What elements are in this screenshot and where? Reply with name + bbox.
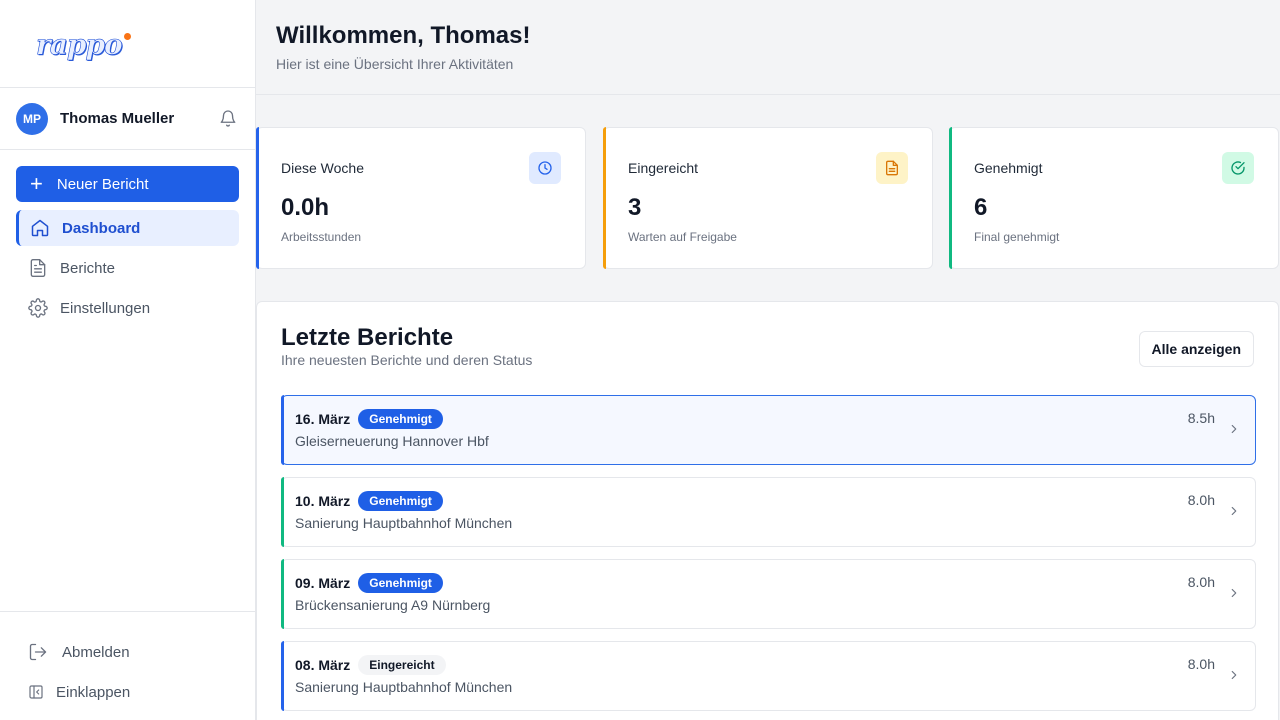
logout-button[interactable]: Abmelden xyxy=(28,632,256,672)
avatar[interactable]: MP xyxy=(16,102,48,135)
logo-dot xyxy=(123,33,131,40)
report-title: Sanierung Hauptbahnhof München xyxy=(295,515,513,531)
page-title: Willkommen, Thomas! xyxy=(276,22,531,49)
logo-text: rappo xyxy=(36,28,123,62)
stat-value: 6 xyxy=(974,194,988,221)
report-accent-bar xyxy=(281,559,284,629)
collapse-label: Einklappen xyxy=(56,683,131,701)
sidebar-footer: Abmelden Einklappen xyxy=(0,611,256,720)
stat-label: Eingereicht xyxy=(628,160,699,176)
stat-value: 0.0h xyxy=(281,194,330,221)
sidebar-item-dashboard[interactable]: Dashboard xyxy=(16,210,239,246)
sidebar: rappo MP Thomas Mueller + Neuer Bericht … xyxy=(0,0,256,720)
stats-row: Diese Woche 0.0h Arbeitsstunden Eingerei… xyxy=(256,127,1280,269)
clock-icon xyxy=(529,152,561,184)
plus-icon: + xyxy=(30,171,43,196)
logout-icon xyxy=(29,643,47,661)
chevron-right-icon xyxy=(1231,588,1237,598)
chevron-right-icon xyxy=(1231,424,1237,434)
sidebar-nav: Dashboard Berichte Einstellungen xyxy=(16,210,239,330)
stat-card-approved: Genehmigt 6 Final genehmigt xyxy=(949,127,1279,269)
stat-card-week: Diese Woche 0.0h Arbeitsstunden xyxy=(256,127,586,269)
document-icon xyxy=(876,152,908,184)
status-badge: Genehmigt xyxy=(358,491,443,511)
stat-label: Diese Woche xyxy=(281,160,365,176)
new-report-label: Neuer Bericht xyxy=(56,175,149,193)
user-row: MP Thomas Mueller xyxy=(0,88,255,150)
report-date: 16. März xyxy=(295,411,351,427)
stat-accent-bar xyxy=(603,127,606,269)
report-hours: 8.0h xyxy=(1187,574,1215,590)
chevron-right-icon xyxy=(1231,670,1237,680)
report-hours: 8.5h xyxy=(1187,410,1215,426)
stat-accent-bar xyxy=(256,127,259,269)
sidebar-item-label: Berichte xyxy=(60,259,116,277)
page-subtitle: Hier ist eine Übersicht Ihrer Aktivitäte… xyxy=(276,56,514,72)
logout-label: Abmelden xyxy=(62,643,130,661)
home-icon xyxy=(31,219,49,237)
report-date: 08. März xyxy=(295,657,351,673)
collapse-icon xyxy=(29,685,43,699)
report-row[interactable]: 08. März Eingereicht Sanierung Hauptbahn… xyxy=(281,641,1256,711)
recent-reports-panel: Letzte Berichte Ihre neuesten Berichte u… xyxy=(256,301,1279,720)
stat-card-submitted: Eingereicht 3 Warten auf Freigabe xyxy=(603,127,933,269)
status-badge: Eingereicht xyxy=(358,655,446,675)
report-row[interactable]: 09. März Genehmigt Brückensanierung A9 N… xyxy=(281,559,1256,629)
new-report-button[interactable]: + Neuer Bericht xyxy=(16,166,239,202)
collapse-button[interactable]: Einklappen xyxy=(28,672,256,712)
stat-accent-bar xyxy=(949,127,952,269)
stat-note: Final genehmigt xyxy=(974,230,1060,244)
document-icon xyxy=(30,259,46,277)
report-hours: 8.0h xyxy=(1187,656,1215,672)
panel-title: Letzte Berichte xyxy=(281,324,454,351)
report-title: Gleiserneuerung Hannover Hbf xyxy=(295,433,489,449)
report-row[interactable]: 10. März Genehmigt Sanierung Hauptbahnho… xyxy=(281,477,1256,547)
report-accent-bar xyxy=(281,641,284,711)
report-row[interactable]: 16. März Genehmigt Gleiserneuerung Hanno… xyxy=(281,395,1256,465)
report-accent-bar xyxy=(281,477,284,547)
sidebar-item-label: Dashboard xyxy=(62,219,141,237)
report-date: 09. März xyxy=(295,575,351,591)
sidebar-item-label: Einstellungen xyxy=(60,299,151,317)
user-name: Thomas Mueller xyxy=(60,110,175,127)
bell-icon[interactable] xyxy=(217,108,239,130)
stat-label: Genehmigt xyxy=(974,160,1043,176)
report-title: Brückensanierung A9 Nürnberg xyxy=(295,597,491,613)
gear-icon xyxy=(28,298,48,318)
sidebar-item-einstellungen[interactable]: Einstellungen xyxy=(16,290,239,326)
status-badge: Genehmigt xyxy=(358,573,443,593)
report-hours: 8.0h xyxy=(1187,492,1215,508)
status-badge: Genehmigt xyxy=(358,409,443,429)
report-date: 10. März xyxy=(295,493,351,509)
check-circle-icon xyxy=(1222,152,1254,184)
report-title: Sanierung Hauptbahnhof München xyxy=(295,679,513,695)
chevron-right-icon xyxy=(1231,506,1237,516)
main-content: Willkommen, Thomas! Hier ist eine Übersi… xyxy=(256,0,1280,720)
report-accent-bar xyxy=(281,395,284,465)
report-list: 16. März Genehmigt Gleiserneuerung Hanno… xyxy=(281,395,1256,720)
stat-value: 3 xyxy=(628,194,642,221)
show-all-button[interactable]: Alle anzeigen xyxy=(1138,331,1254,367)
page-header: Willkommen, Thomas! Hier ist eine Übersi… xyxy=(256,0,1280,95)
stat-note: Warten auf Freigabe xyxy=(628,230,737,244)
logo[interactable]: rappo xyxy=(0,0,255,88)
stat-note: Arbeitsstunden xyxy=(281,230,362,244)
sidebar-item-berichte[interactable]: Berichte xyxy=(16,250,239,286)
panel-subtitle: Ihre neuesten Berichte und deren Status xyxy=(281,352,533,368)
